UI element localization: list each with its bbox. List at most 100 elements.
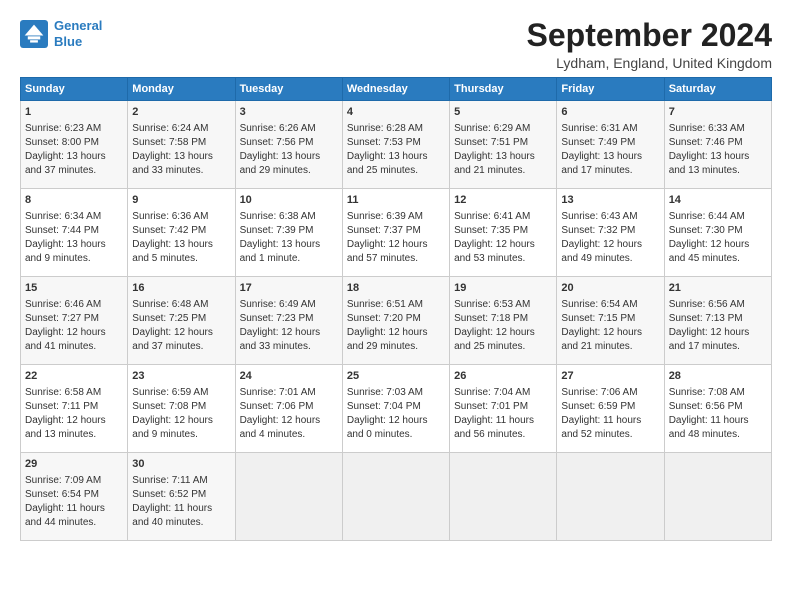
day-number: 15: [25, 281, 123, 296]
cell-info-line: Sunrise: 6:41 AM: [454, 210, 552, 224]
cell-info-line: Sunset: 7:30 PM: [669, 224, 767, 238]
calendar-cell: 30Sunrise: 7:11 AMSunset: 6:52 PMDayligh…: [128, 453, 235, 541]
calendar-cell: [342, 453, 449, 541]
cell-info-line: Sunset: 6:52 PM: [132, 488, 230, 502]
cell-info-line: Daylight: 12 hours: [25, 414, 123, 428]
calendar-cell: 3Sunrise: 6:26 AMSunset: 7:56 PMDaylight…: [235, 101, 342, 189]
calendar-cell: 8Sunrise: 6:34 AMSunset: 7:44 PMDaylight…: [21, 189, 128, 277]
day-number: 2: [132, 105, 230, 120]
cell-info-line: Sunrise: 7:03 AM: [347, 386, 445, 400]
calendar-cell: 24Sunrise: 7:01 AMSunset: 7:06 PMDayligh…: [235, 365, 342, 453]
cell-info-line: and 44 minutes.: [25, 516, 123, 530]
cell-info-line: Daylight: 12 hours: [561, 238, 659, 252]
cell-info-line: Sunset: 6:59 PM: [561, 400, 659, 414]
weekday-wednesday: Wednesday: [342, 78, 449, 101]
calendar-week-4: 22Sunrise: 6:58 AMSunset: 7:11 PMDayligh…: [21, 365, 772, 453]
location: Lydham, England, United Kingdom: [527, 55, 772, 71]
cell-info-line: Sunset: 7:51 PM: [454, 136, 552, 150]
cell-info-line: Daylight: 13 hours: [347, 150, 445, 164]
calendar-cell: 4Sunrise: 6:28 AMSunset: 7:53 PMDaylight…: [342, 101, 449, 189]
cell-info-line: and 40 minutes.: [132, 516, 230, 530]
weekday-sunday: Sunday: [21, 78, 128, 101]
cell-info-line: Daylight: 12 hours: [132, 326, 230, 340]
cell-info-line: Sunrise: 6:51 AM: [347, 298, 445, 312]
weekday-saturday: Saturday: [664, 78, 771, 101]
cell-info-line: Sunrise: 7:01 AM: [240, 386, 338, 400]
cell-info-line: Daylight: 12 hours: [240, 326, 338, 340]
cell-info-line: Daylight: 13 hours: [240, 238, 338, 252]
cell-info-line: Daylight: 12 hours: [454, 238, 552, 252]
day-number: 29: [25, 457, 123, 472]
calendar-cell: 7Sunrise: 6:33 AMSunset: 7:46 PMDaylight…: [664, 101, 771, 189]
cell-info-line: and 41 minutes.: [25, 340, 123, 354]
cell-info-line: and 49 minutes.: [561, 252, 659, 266]
cell-info-line: Sunrise: 6:56 AM: [669, 298, 767, 312]
cell-info-line: Daylight: 13 hours: [132, 238, 230, 252]
cell-info-line: and 5 minutes.: [132, 252, 230, 266]
cell-info-line: Sunset: 7:27 PM: [25, 312, 123, 326]
calendar-cell: 29Sunrise: 7:09 AMSunset: 6:54 PMDayligh…: [21, 453, 128, 541]
cell-info-line: Sunrise: 6:48 AM: [132, 298, 230, 312]
cell-info-line: and 13 minutes.: [25, 428, 123, 442]
cell-info-line: Daylight: 12 hours: [347, 326, 445, 340]
day-number: 28: [669, 369, 767, 384]
cell-info-line: Sunset: 7:15 PM: [561, 312, 659, 326]
cell-info-line: Sunset: 7:23 PM: [240, 312, 338, 326]
calendar-cell: 11Sunrise: 6:39 AMSunset: 7:37 PMDayligh…: [342, 189, 449, 277]
calendar-cell: 17Sunrise: 6:49 AMSunset: 7:23 PMDayligh…: [235, 277, 342, 365]
cell-info-line: Daylight: 11 hours: [561, 414, 659, 428]
cell-info-line: Sunrise: 7:09 AM: [25, 474, 123, 488]
calendar-cell: 19Sunrise: 6:53 AMSunset: 7:18 PMDayligh…: [450, 277, 557, 365]
cell-info-line: and 25 minutes.: [454, 340, 552, 354]
cell-info-line: Sunset: 7:37 PM: [347, 224, 445, 238]
calendar-cell: 16Sunrise: 6:48 AMSunset: 7:25 PMDayligh…: [128, 277, 235, 365]
logo: General Blue: [20, 18, 102, 49]
cell-info-line: Sunrise: 6:36 AM: [132, 210, 230, 224]
day-number: 7: [669, 105, 767, 120]
cell-info-line: and 13 minutes.: [669, 164, 767, 178]
cell-info-line: and 33 minutes.: [240, 340, 338, 354]
calendar-cell: 22Sunrise: 6:58 AMSunset: 7:11 PMDayligh…: [21, 365, 128, 453]
cell-info-line: and 29 minutes.: [347, 340, 445, 354]
cell-info-line: Sunrise: 7:11 AM: [132, 474, 230, 488]
cell-info-line: Daylight: 13 hours: [669, 150, 767, 164]
calendar-cell: 27Sunrise: 7:06 AMSunset: 6:59 PMDayligh…: [557, 365, 664, 453]
weekday-header-row: SundayMondayTuesdayWednesdayThursdayFrid…: [21, 78, 772, 101]
day-number: 6: [561, 105, 659, 120]
day-number: 23: [132, 369, 230, 384]
cell-info-line: and 9 minutes.: [25, 252, 123, 266]
cell-info-line: and 29 minutes.: [240, 164, 338, 178]
calendar-cell: [557, 453, 664, 541]
day-number: 4: [347, 105, 445, 120]
cell-info-line: and 17 minutes.: [669, 340, 767, 354]
day-number: 18: [347, 281, 445, 296]
cell-info-line: Daylight: 12 hours: [669, 326, 767, 340]
day-number: 25: [347, 369, 445, 384]
calendar-cell: 20Sunrise: 6:54 AMSunset: 7:15 PMDayligh…: [557, 277, 664, 365]
cell-info-line: Daylight: 12 hours: [454, 326, 552, 340]
cell-info-line: Daylight: 13 hours: [454, 150, 552, 164]
calendar-cell: 13Sunrise: 6:43 AMSunset: 7:32 PMDayligh…: [557, 189, 664, 277]
cell-info-line: Sunrise: 6:53 AM: [454, 298, 552, 312]
cell-info-line: and 21 minutes.: [454, 164, 552, 178]
cell-info-line: Daylight: 11 hours: [454, 414, 552, 428]
day-number: 22: [25, 369, 123, 384]
cell-info-line: Daylight: 13 hours: [561, 150, 659, 164]
day-number: 16: [132, 281, 230, 296]
cell-info-line: Sunrise: 6:34 AM: [25, 210, 123, 224]
cell-info-line: and 4 minutes.: [240, 428, 338, 442]
day-number: 13: [561, 193, 659, 208]
day-number: 8: [25, 193, 123, 208]
cell-info-line: Sunrise: 6:31 AM: [561, 122, 659, 136]
cell-info-line: Daylight: 12 hours: [669, 238, 767, 252]
calendar-cell: 21Sunrise: 6:56 AMSunset: 7:13 PMDayligh…: [664, 277, 771, 365]
cell-info-line: Sunset: 7:32 PM: [561, 224, 659, 238]
cell-info-line: Daylight: 13 hours: [25, 150, 123, 164]
cell-info-line: Sunset: 7:49 PM: [561, 136, 659, 150]
day-number: 1: [25, 105, 123, 120]
cell-info-line: and 57 minutes.: [347, 252, 445, 266]
cell-info-line: Sunset: 6:56 PM: [669, 400, 767, 414]
weekday-monday: Monday: [128, 78, 235, 101]
cell-info-line: Sunset: 7:56 PM: [240, 136, 338, 150]
calendar-week-1: 1Sunrise: 6:23 AMSunset: 8:00 PMDaylight…: [21, 101, 772, 189]
